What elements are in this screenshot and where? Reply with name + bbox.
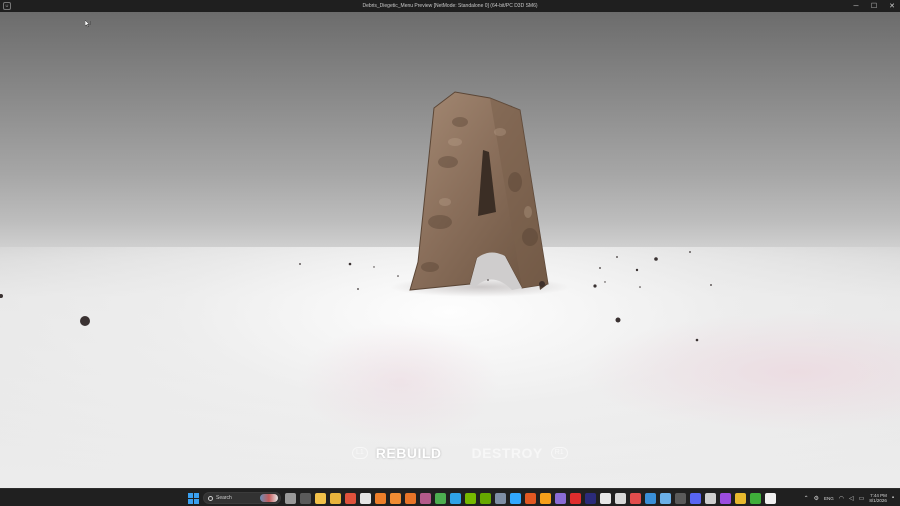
app-orange-icon[interactable] (525, 492, 536, 504)
wifi-icon[interactable]: ◠ (839, 495, 844, 502)
language-indicator[interactable]: ENG (824, 496, 834, 501)
photoshop-2-icon[interactable] (510, 492, 521, 504)
nvidia-broadcast-icon[interactable] (480, 492, 491, 504)
store-icon[interactable] (645, 492, 656, 504)
search-highlight-image (260, 494, 278, 502)
network-status-icon[interactable]: ⚙ (814, 495, 819, 502)
debris-particles (0, 251, 712, 342)
close-button[interactable]: ✕ (888, 2, 896, 10)
app-purple-icon[interactable] (720, 492, 731, 504)
taskbar-apps: Search (188, 491, 776, 505)
nvidia-icon[interactable] (465, 492, 476, 504)
discord-icon[interactable] (690, 492, 701, 504)
blender-beta-icon[interactable] (405, 492, 416, 504)
window-title: Debris_Diegetic_Menu Preview [NetMode: S… (362, 3, 538, 9)
epic-icon[interactable] (615, 492, 626, 504)
tools-icon[interactable] (495, 492, 506, 504)
destroy-menu-item[interactable]: DESTROY (472, 445, 543, 461)
window-titlebar: U Debris_Diegetic_Menu Preview [NetMode:… (0, 0, 900, 12)
windows-taskbar: Search ⌃ ⚙ ENG ◠ ◁ ▭ 7:44 PM 8/1/2026 ▪ (0, 488, 900, 506)
search-placeholder: Search (216, 495, 232, 501)
windows-start-icon[interactable] (188, 492, 199, 504)
obs-icon[interactable] (555, 492, 566, 504)
maximize-button[interactable]: ☐ (870, 2, 878, 10)
search-icon (208, 495, 213, 501)
system-tray: ⌃ ⚙ ENG ◠ ◁ ▭ 7:44 PM 8/1/2026 ▪ (804, 491, 894, 505)
minimize-button[interactable]: ─ (852, 3, 860, 10)
chevron-up-icon[interactable]: ⌃ (804, 495, 809, 502)
task-view-icon[interactable] (285, 492, 296, 504)
substance-icon[interactable] (540, 492, 551, 504)
battery-icon[interactable]: ▭ (859, 495, 865, 502)
file-explorer-icon[interactable] (315, 492, 326, 504)
notepad-icon[interactable] (660, 492, 671, 504)
chrome-icon[interactable] (345, 492, 356, 504)
blender-icon[interactable] (375, 492, 386, 504)
rebuild-menu-item[interactable]: REBUILD (376, 445, 442, 461)
folder-icon[interactable] (330, 492, 341, 504)
notifications-icon[interactable]: ▪ (892, 495, 894, 501)
l1-key-hint: L1 (352, 447, 368, 459)
photoshop-icon[interactable] (450, 492, 461, 504)
premiere-icon[interactable] (585, 492, 596, 504)
calculator-icon[interactable] (675, 492, 686, 504)
unity-icon[interactable] (360, 492, 371, 504)
acrobat-icon[interactable] (570, 492, 581, 504)
terminal-icon[interactable] (435, 492, 446, 504)
clock-date: 8/1/2026 (869, 498, 887, 503)
steam-icon[interactable] (705, 492, 716, 504)
diegetic-menu: L1 REBUILD DESTROY R1 (352, 444, 568, 462)
mouse-cursor-icon (85, 20, 91, 28)
game-viewport[interactable]: L1 REBUILD DESTROY R1 (0, 12, 900, 488)
unreal-editor-icon[interactable] (765, 492, 776, 504)
widgets-icon[interactable] (300, 492, 311, 504)
blender-alt-icon[interactable] (390, 492, 401, 504)
taskbar-search-input[interactable]: Search (203, 492, 281, 504)
notifications-app-icon[interactable] (630, 492, 641, 504)
xbox-icon[interactable] (750, 492, 761, 504)
media-icon[interactable] (420, 492, 431, 504)
volume-icon[interactable]: ◁ (849, 495, 854, 502)
window-controls: ─ ☐ ✕ (852, 0, 896, 12)
letter-a-model (409, 91, 549, 291)
app-yellow-icon[interactable] (735, 492, 746, 504)
unreal-icon[interactable] (600, 492, 611, 504)
scene-render (0, 91, 712, 342)
taskbar-clock[interactable]: 7:44 PM 8/1/2026 (869, 493, 887, 503)
r1-key-hint: R1 (550, 447, 568, 459)
app-icon: U (3, 2, 11, 10)
